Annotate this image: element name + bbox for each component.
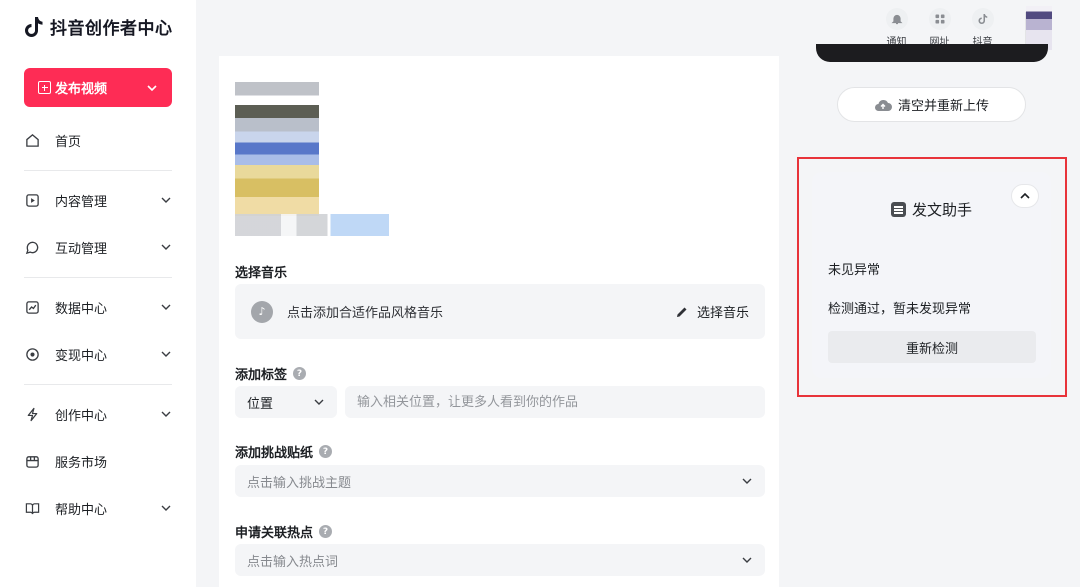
sidebar-item-market[interactable]: 服务市场 — [24, 446, 172, 476]
tags-title-label: 添加标签 — [235, 368, 288, 383]
select-music-button[interactable]: 选择音乐 — [675, 302, 749, 321]
select-music-label: 选择音乐 — [696, 306, 749, 321]
sidebar-item-label: 帮助中心 — [55, 502, 108, 518]
douyin-logo-icon — [25, 16, 43, 37]
app-title: 抖音创作者中心 — [50, 19, 173, 39]
sidebar-divider — [24, 170, 172, 171]
help-icon[interactable]: ? — [293, 367, 307, 380]
data-chart-icon — [25, 300, 39, 314]
sidebar-item-label: 互动管理 — [55, 241, 108, 257]
check-status-description: 检测通过，暂未发现异常 — [828, 302, 972, 317]
hotspot-title-label: 申请关联热点 — [235, 526, 314, 541]
site-links-button[interactable]: 网址 — [918, 8, 961, 48]
music-hint: 点击添加合适作品风格音乐 — [287, 306, 444, 321]
music-title-label: 选择音乐 — [235, 266, 288, 281]
sidebar-divider — [24, 384, 172, 385]
sidebar-item-create[interactable]: 创作中心 — [24, 399, 172, 429]
document-icon — [890, 202, 906, 217]
pencil-icon — [676, 307, 687, 317]
sidebar-item-home[interactable]: 首页 — [24, 125, 172, 155]
header-divider — [1025, 12, 1026, 44]
publish-assistant-panel: 发文助手 未见异常 检测通过，暂未发现异常 重新检测 — [812, 172, 1051, 378]
challenge-title-label: 添加挑战贴纸 — [235, 446, 314, 461]
music-picker[interactable]: ♪ 点击添加合适作品风格音乐 选择音乐 — [235, 284, 765, 339]
sidebar-item-label: 内容管理 — [55, 194, 108, 210]
recheck-button[interactable]: 重新检测 — [828, 331, 1036, 363]
video-preview-frame — [816, 44, 1048, 62]
chevron-down-icon — [147, 84, 157, 91]
music-section-title: 选择音乐 — [235, 262, 287, 281]
sidebar-item-label: 创作中心 — [55, 408, 108, 424]
add-square-icon — [38, 81, 51, 94]
tag-type-select[interactable]: 位置 — [235, 386, 337, 418]
book-icon — [25, 502, 39, 514]
help-icon[interactable]: ? — [319, 525, 333, 538]
clear-and-reupload-button[interactable]: 清空并重新上传 — [837, 87, 1026, 122]
chevron-down-icon — [161, 505, 171, 511]
chevron-down-icon — [742, 478, 752, 484]
chevron-down-icon — [161, 244, 171, 250]
location-input[interactable] — [345, 386, 765, 418]
sidebar-item-label: 首页 — [55, 134, 82, 150]
notification-button[interactable]: 通知 — [875, 8, 918, 48]
douyin-icon — [978, 14, 987, 24]
help-icon[interactable]: ? — [319, 445, 333, 458]
chevron-down-icon — [161, 197, 171, 203]
hotspot-placeholder: 点击输入热点词 — [247, 554, 339, 570]
douyin-app-button[interactable]: 抖音 — [961, 8, 1004, 48]
publish-video-button[interactable]: 发布视频 — [24, 68, 172, 107]
sidebar-item-data[interactable]: 数据中心 — [24, 292, 172, 322]
sidebar-item-monetize[interactable]: 变现中心 — [24, 339, 172, 369]
reupload-label: 清空并重新上传 — [897, 99, 989, 114]
challenge-select[interactable]: 点击输入挑战主题 — [235, 465, 765, 497]
hotspot-select[interactable]: 点击输入热点词 — [235, 544, 765, 576]
app-logo[interactable]: 抖音创作者中心 — [24, 14, 173, 39]
sidebar: 抖音创作者中心 发布视频 首页 内容管理 互动管理 数据中心 变现中心 创作中心 — [0, 0, 196, 587]
home-icon — [25, 133, 39, 147]
chevron-down-icon — [161, 411, 171, 417]
collapse-button[interactable] — [1011, 184, 1039, 208]
tags-section-title: 添加标签 ? — [235, 364, 307, 383]
sidebar-item-help[interactable]: 帮助中心 — [24, 493, 172, 523]
music-note-icon: ♪ — [251, 300, 273, 323]
challenge-section-title: 添加挑战贴纸 ? — [235, 442, 333, 461]
sidebar-item-interaction[interactable]: 互动管理 — [24, 232, 172, 262]
lightning-icon — [27, 407, 37, 421]
challenge-placeholder: 点击输入挑战主题 — [247, 475, 352, 491]
assistant-title: 发文助手 — [911, 201, 972, 219]
publish-video-label: 发布视频 — [55, 82, 108, 97]
check-status-title: 未见异常 — [828, 263, 881, 278]
tag-type-value: 位置 — [247, 396, 274, 412]
cloud-upload-icon — [874, 99, 892, 111]
monetize-icon — [25, 347, 39, 361]
interaction-icon — [25, 241, 38, 254]
sidebar-item-content[interactable]: 内容管理 — [24, 185, 172, 215]
publish-form: 选择音乐 ♪ 点击添加合适作品风格音乐 选择音乐 添加标签 ? 位置 添加挑战贴… — [219, 56, 779, 587]
sidebar-item-label: 服务市场 — [55, 455, 108, 471]
sidebar-item-label: 数据中心 — [55, 301, 108, 317]
video-cover-thumbnail[interactable] — [235, 82, 319, 216]
chevron-down-icon — [742, 557, 752, 563]
market-icon — [25, 455, 39, 468]
chevron-down-icon — [161, 351, 171, 357]
chevron-down-icon — [314, 399, 324, 405]
sidebar-item-label: 变现中心 — [55, 348, 108, 364]
chevron-down-icon — [161, 304, 171, 310]
bell-icon — [891, 14, 902, 25]
sidebar-divider — [24, 277, 172, 278]
grid-icon — [935, 14, 944, 24]
hotspot-section-title: 申请关联热点 ? — [235, 522, 333, 541]
chevron-up-icon — [1020, 192, 1030, 199]
content-icon — [25, 193, 39, 207]
blurred-title-text — [235, 214, 389, 236]
